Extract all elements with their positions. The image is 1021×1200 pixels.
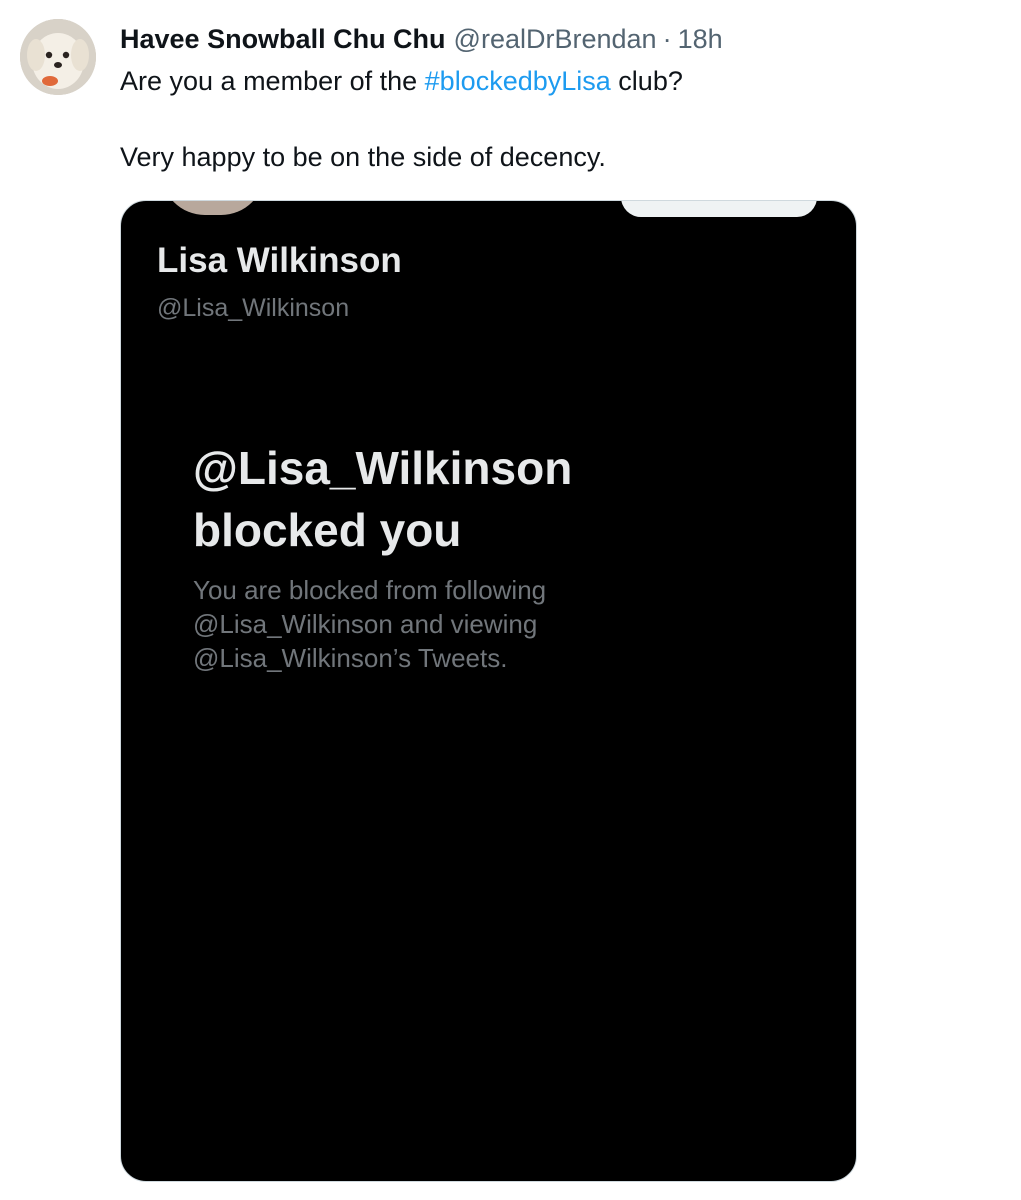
tweet[interactable]: Havee Snowball Chu Chu @realDrBrendan · … [0, 0, 1021, 1200]
blocked-message-line-1: You are blocked from following [193, 575, 547, 605]
blocked-message-line-3: @Lisa_Wilkinson’s Tweets. [193, 643, 508, 673]
display-name[interactable]: Havee Snowball Chu Chu [120, 22, 446, 56]
screenshot-profile-handle: @Lisa_Wilkinson [157, 294, 350, 322]
blocked-heading-line-1: @Lisa_Wilkinson [193, 442, 573, 494]
blocked-message: You are blocked from following @Lisa_Wil… [193, 573, 793, 675]
tweet-text: Are you a member of the #blockedbyLisa c… [120, 62, 980, 176]
user-handle[interactable]: @realDrBrendan [454, 22, 657, 56]
tweet-text-before-hashtag: Are you a member of the [120, 66, 425, 96]
attached-image[interactable]: Lisa Wilkinson @Lisa_Wilkinson @Lisa_Wil… [120, 200, 857, 1182]
blocked-heading-line-2: blocked you [193, 504, 462, 556]
avatar[interactable] [20, 19, 96, 95]
tweet-text-after-hashtag: club? [610, 66, 683, 96]
tweet-header: Havee Snowball Chu Chu @realDrBrendan · … [120, 22, 723, 56]
tweet-text-line-2: Very happy to be on the side of decency. [120, 142, 606, 172]
blocked-heading: @Lisa_Wilkinson blocked you [193, 437, 793, 561]
profile-button-partial [621, 201, 817, 217]
hashtag-link[interactable]: #blockedbyLisa [425, 66, 611, 96]
separator-dot: · [662, 24, 672, 54]
screenshot-profile-name: Lisa Wilkinson [157, 241, 402, 280]
timestamp[interactable]: 18h [678, 22, 723, 56]
blocked-message-line-2: @Lisa_Wilkinson and viewing [193, 609, 538, 639]
dog-avatar-image [20, 19, 96, 95]
tweet-text-line-1: Are you a member of the #blockedbyLisa c… [120, 62, 980, 100]
profile-avatar-partial [161, 201, 265, 215]
